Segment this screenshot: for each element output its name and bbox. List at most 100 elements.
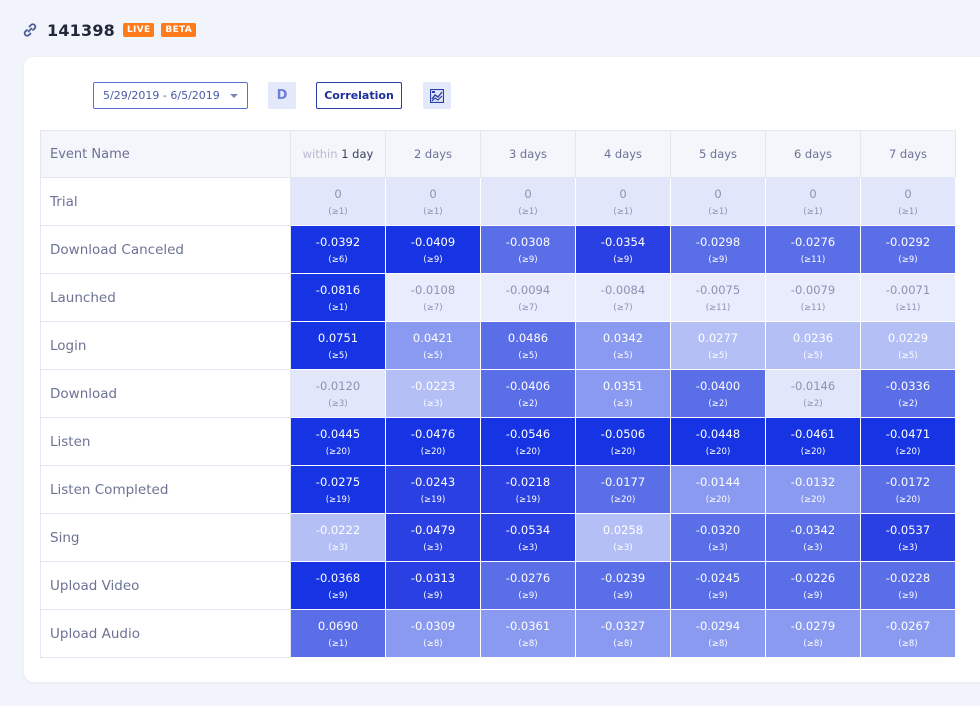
correlation-cell[interactable]: -0.0079 (≥11): [765, 273, 861, 322]
link-icon[interactable]: [22, 22, 38, 38]
correlation-cell[interactable]: 0.0236 (≥5): [765, 321, 861, 370]
correlation-value: -0.0132: [790, 474, 836, 489]
correlation-cell[interactable]: -0.0445 (≥20): [290, 417, 386, 466]
correlation-cell[interactable]: 0 (≥1): [765, 177, 861, 226]
correlation-cell[interactable]: 0.0277 (≥5): [670, 321, 766, 370]
correlation-cell[interactable]: -0.0327 (≥8): [575, 609, 671, 658]
column-header[interactable]: 3 days: [480, 130, 576, 178]
correlation-cell[interactable]: -0.0223 (≥3): [385, 369, 481, 418]
column-header[interactable]: 2 days: [385, 130, 481, 178]
correlation-cell[interactable]: -0.0218 (≥19): [480, 465, 576, 514]
column-header[interactable]: 4 days: [575, 130, 671, 178]
correlation-cell[interactable]: -0.0298 (≥9): [670, 225, 766, 274]
correlation-cell[interactable]: -0.0448 (≥20): [670, 417, 766, 466]
correlation-cell[interactable]: -0.0506 (≥20): [575, 417, 671, 466]
correlation-cell[interactable]: 0 (≥1): [290, 177, 386, 226]
correlation-cell[interactable]: -0.0546 (≥20): [480, 417, 576, 466]
column-header[interactable]: 7 days: [860, 130, 956, 178]
correlation-cell[interactable]: -0.0228 (≥9): [860, 561, 956, 610]
correlation-cell[interactable]: -0.0294 (≥8): [670, 609, 766, 658]
column-header-1-day[interactable]: within 1 day: [290, 130, 386, 178]
correlation-value: -0.0448: [695, 426, 741, 441]
correlation-cell[interactable]: -0.0342 (≥3): [765, 513, 861, 562]
correlation-cell[interactable]: 0 (≥1): [480, 177, 576, 226]
correlation-cell[interactable]: -0.0108 (≥7): [385, 273, 481, 322]
correlation-cell[interactable]: -0.0172 (≥20): [860, 465, 956, 514]
correlation-cell[interactable]: 0 (≥1): [385, 177, 481, 226]
correlation-cell[interactable]: -0.0309 (≥8): [385, 609, 481, 658]
correlation-button[interactable]: Correlation: [316, 82, 402, 109]
correlation-cell[interactable]: -0.0071 (≥11): [860, 273, 956, 322]
correlation-cell[interactable]: 0.0486 (≥5): [480, 321, 576, 370]
correlation-value: -0.0218: [505, 474, 551, 489]
correlation-cell[interactable]: -0.0267 (≥8): [860, 609, 956, 658]
correlation-cell[interactable]: -0.0409 (≥9): [385, 225, 481, 274]
heatmap-chart-button[interactable]: [423, 82, 451, 109]
correlation-cell[interactable]: -0.0537 (≥3): [860, 513, 956, 562]
correlation-cell[interactable]: -0.0354 (≥9): [575, 225, 671, 274]
correlation-cell[interactable]: 0.0351 (≥3): [575, 369, 671, 418]
correlation-cell[interactable]: -0.0275 (≥19): [290, 465, 386, 514]
correlation-cell[interactable]: -0.0222 (≥3): [290, 513, 386, 562]
correlation-cell[interactable]: -0.0308 (≥9): [480, 225, 576, 274]
correlation-cell[interactable]: -0.0279 (≥8): [765, 609, 861, 658]
correlation-cell[interactable]: 0 (≥1): [860, 177, 956, 226]
correlation-cell[interactable]: -0.0239 (≥9): [575, 561, 671, 610]
correlation-cell[interactable]: -0.0461 (≥20): [765, 417, 861, 466]
correlation-value: 0: [714, 186, 722, 201]
correlation-cell[interactable]: -0.0243 (≥19): [385, 465, 481, 514]
correlation-cell[interactable]: -0.0406 (≥2): [480, 369, 576, 418]
correlation-cell[interactable]: -0.0245 (≥9): [670, 561, 766, 610]
correlation-cell[interactable]: -0.0276 (≥9): [480, 561, 576, 610]
count-threshold: (≥20): [610, 495, 636, 505]
correlation-cell[interactable]: -0.0534 (≥3): [480, 513, 576, 562]
correlation-cell[interactable]: -0.0368 (≥9): [290, 561, 386, 610]
event-name-cell: Login: [40, 321, 291, 370]
correlation-cell[interactable]: -0.0084 (≥7): [575, 273, 671, 322]
count-threshold: (≥3): [613, 543, 633, 553]
count-threshold: (≥20): [705, 495, 731, 505]
correlation-cell[interactable]: 0.0690 (≥1): [290, 609, 386, 658]
correlation-cell[interactable]: -0.0361 (≥8): [480, 609, 576, 658]
column-header[interactable]: 5 days: [670, 130, 766, 178]
correlation-value: -0.0327: [600, 618, 646, 633]
page-header: 141398 LIVE BETA: [22, 19, 203, 41]
correlation-cell[interactable]: 0.0229 (≥5): [860, 321, 956, 370]
count-threshold: (≥9): [708, 591, 728, 601]
correlation-cell[interactable]: 0.0342 (≥5): [575, 321, 671, 370]
correlation-cell[interactable]: -0.0146 (≥2): [765, 369, 861, 418]
correlation-value: -0.0094: [505, 282, 551, 297]
correlation-cell[interactable]: -0.0476 (≥20): [385, 417, 481, 466]
correlation-cell[interactable]: -0.0320 (≥3): [670, 513, 766, 562]
correlation-cell[interactable]: -0.0336 (≥2): [860, 369, 956, 418]
correlation-value: -0.0546: [505, 426, 551, 441]
correlation-cell[interactable]: -0.0132 (≥20): [765, 465, 861, 514]
count-threshold: (≥9): [708, 255, 728, 265]
correlation-cell[interactable]: -0.0400 (≥2): [670, 369, 766, 418]
correlation-cell[interactable]: -0.0094 (≥7): [480, 273, 576, 322]
correlation-cell[interactable]: 0 (≥1): [670, 177, 766, 226]
count-threshold: (≥9): [803, 591, 823, 601]
day-granularity-button[interactable]: D: [268, 82, 296, 109]
correlation-cell[interactable]: -0.0120 (≥3): [290, 369, 386, 418]
correlation-cell[interactable]: -0.0471 (≥20): [860, 417, 956, 466]
correlation-value: 0: [429, 186, 437, 201]
correlation-cell[interactable]: -0.0292 (≥9): [860, 225, 956, 274]
correlation-cell[interactable]: 0.0258 (≥3): [575, 513, 671, 562]
correlation-cell[interactable]: -0.0177 (≥20): [575, 465, 671, 514]
event-name-header[interactable]: Event Name: [40, 130, 291, 178]
date-range-select[interactable]: 5/29/2019 - 6/5/2019: [93, 82, 248, 109]
correlation-cell[interactable]: -0.0144 (≥20): [670, 465, 766, 514]
correlation-cell[interactable]: 0.0751 (≥5): [290, 321, 386, 370]
correlation-cell[interactable]: 0.0421 (≥5): [385, 321, 481, 370]
correlation-cell[interactable]: -0.0816 (≥1): [290, 273, 386, 322]
correlation-cell[interactable]: -0.0075 (≥11): [670, 273, 766, 322]
correlation-value: -0.0506: [600, 426, 646, 441]
correlation-cell[interactable]: -0.0313 (≥9): [385, 561, 481, 610]
correlation-cell[interactable]: 0 (≥1): [575, 177, 671, 226]
column-header[interactable]: 6 days: [765, 130, 861, 178]
correlation-cell[interactable]: -0.0479 (≥3): [385, 513, 481, 562]
correlation-cell[interactable]: -0.0276 (≥11): [765, 225, 861, 274]
correlation-cell[interactable]: -0.0226 (≥9): [765, 561, 861, 610]
correlation-cell[interactable]: -0.0392 (≥6): [290, 225, 386, 274]
